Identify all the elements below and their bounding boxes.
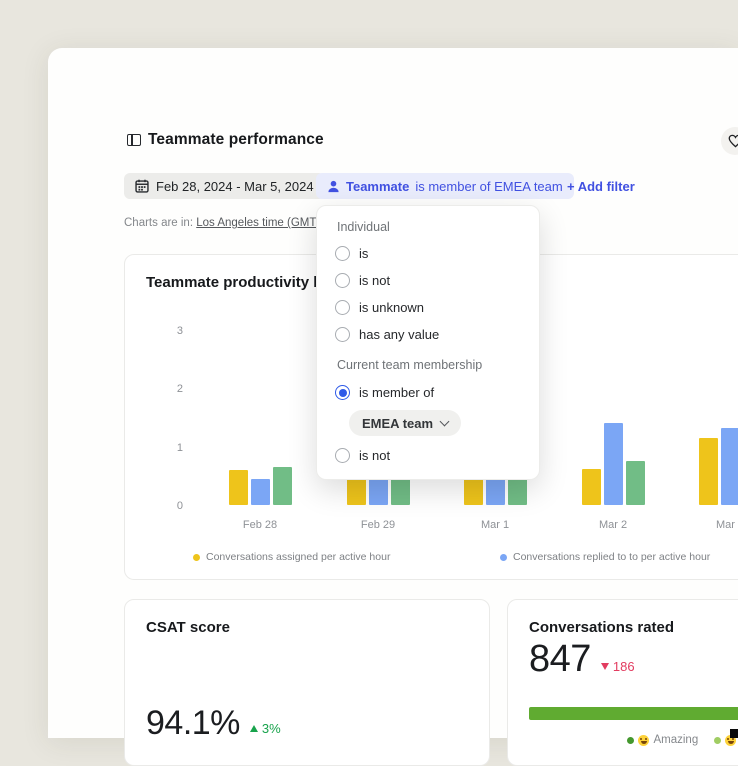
csat-title: CSAT score: [146, 619, 230, 636]
y-axis-tick: 2: [155, 383, 183, 395]
radio-option-is[interactable]: is: [335, 246, 521, 261]
chevron-down-icon: [440, 417, 450, 427]
y-axis-tick: 0: [155, 500, 183, 512]
bar-group: [229, 467, 292, 505]
radio-option-is-unknown[interactable]: is unknown: [335, 300, 521, 315]
date-range-pill[interactable]: Feb 28, 2024 - Mar 5, 2024: [124, 173, 325, 199]
bar: [699, 438, 718, 505]
legend-label: Conversations replied to to per active h…: [513, 551, 710, 563]
cursor-artifact: [730, 729, 738, 738]
x-axis-label: Feb 28: [220, 519, 300, 531]
bar: [582, 469, 601, 505]
x-axis-label: Mar 3: [690, 519, 738, 531]
teammate-filter-pill[interactable]: Teammate is member of EMEA team: [316, 173, 574, 199]
radio-circle[interactable]: [335, 385, 350, 400]
csat-delta: 3%: [250, 721, 281, 736]
bar: [229, 470, 248, 505]
popover-section-label: Current team membership: [337, 358, 521, 372]
bar-group: [699, 428, 738, 505]
laughing-face-icon: [638, 735, 649, 746]
heart-icon: [728, 134, 738, 148]
rated-delta: 186: [601, 659, 635, 674]
team-select-button[interactable]: EMEA team: [349, 410, 461, 436]
legend-label: Conversations assigned per active hour: [206, 551, 390, 563]
bar: [251, 479, 270, 505]
bar: [273, 467, 292, 505]
x-axis-label: Feb 29: [338, 519, 418, 531]
chart-title: Teammate productivity b: [146, 274, 322, 291]
up-triangle-icon: [250, 725, 258, 732]
date-range-label: Feb 28, 2024 - Mar 5, 2024: [156, 179, 314, 194]
csat-card: CSAT score 94.1% 3%: [124, 599, 490, 766]
bar: [721, 428, 738, 505]
rated-title: Conversations rated: [529, 619, 674, 636]
rating-legend-item: Amazing: [627, 734, 698, 746]
radio-circle[interactable]: [335, 448, 350, 463]
legend-dot: [193, 554, 200, 561]
csat-value: 94.1%: [146, 704, 240, 743]
radio-option-has-any-value[interactable]: has any value: [335, 327, 521, 342]
radio-option-is-not-2[interactable]: is not: [335, 448, 521, 463]
radio-circle[interactable]: [335, 300, 350, 315]
radio-option-is-member-of[interactable]: is member of: [335, 385, 521, 400]
add-filter-button[interactable]: + Add filter: [567, 173, 635, 199]
legend-item: Conversations replied to to per active h…: [500, 551, 710, 563]
legend-dot: [500, 554, 507, 561]
radio-circle[interactable]: [335, 246, 350, 261]
teammate-filter-condition: is member of EMEA team: [415, 179, 562, 194]
x-axis-label: Mar 2: [573, 519, 653, 531]
page-title: Teammate performance: [148, 131, 324, 149]
radio-option-is-not[interactable]: is not: [335, 273, 521, 288]
report-layout-icon: [127, 134, 141, 146]
bar: [604, 423, 623, 505]
down-triangle-icon: [601, 663, 609, 670]
timezone-note: Charts are in: Los Angeles time (GMT: [124, 217, 316, 229]
main-panel: Teammate performance Feb 28, 2024 - Mar …: [48, 48, 738, 738]
rating-progress-bar: [529, 707, 738, 720]
y-axis-tick: 1: [155, 442, 183, 454]
bar-group: [582, 423, 645, 505]
person-icon: [327, 180, 340, 193]
radio-circle[interactable]: [335, 327, 350, 342]
conversations-rated-card: Conversations rated 847 186 Amazing Grea…: [507, 599, 738, 766]
favorite-button[interactable]: [721, 127, 738, 155]
teammate-filter-attribute: Teammate: [346, 179, 409, 194]
calendar-icon: [135, 179, 149, 193]
page-background: { "window": { "title": "Teammate perform…: [0, 0, 738, 738]
x-axis-label: Mar 1: [455, 519, 535, 531]
rated-value: 847: [529, 638, 591, 681]
popover-section-label: Individual: [337, 220, 521, 234]
filter-popover: Individual is is not is unknown has any …: [316, 205, 540, 480]
legend-item: Conversations assigned per active hour: [193, 551, 390, 563]
radio-circle[interactable]: [335, 273, 350, 288]
rating-legend: Amazing Great: [529, 734, 738, 746]
timezone-link[interactable]: Los Angeles time (GMT: [196, 217, 316, 229]
y-axis-tick: 3: [155, 325, 183, 337]
bar: [626, 461, 645, 505]
